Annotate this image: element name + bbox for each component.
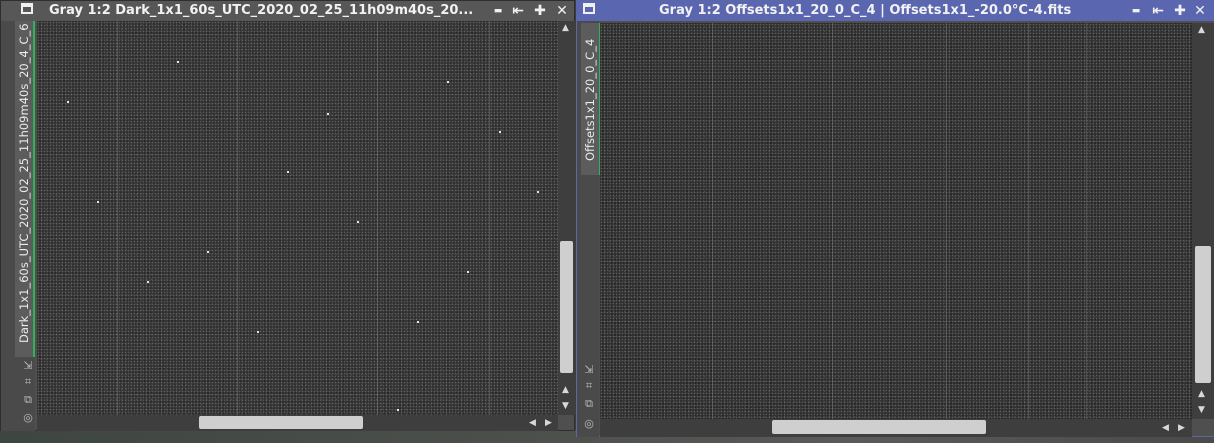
zoom-extents-icon[interactable]: ⌗	[21, 375, 35, 389]
horizontal-scroll-thumb[interactable]	[199, 416, 363, 429]
hot-pixel	[357, 221, 359, 223]
scroll-up-arrow[interactable]: ▲	[1198, 25, 1205, 35]
hot-pixel	[177, 61, 179, 63]
column-artifact	[1086, 23, 1087, 419]
window-titlebar[interactable]: Gray 1:2 Dark_1x1_60s_UTC_2020_02_25_11h…	[1, 1, 574, 21]
column-artifact	[712, 23, 713, 419]
restore-button[interactable]: ⇤	[1149, 1, 1167, 21]
window-icon	[583, 3, 595, 14]
window-icon	[21, 3, 33, 14]
vertical-scrollbar[interactable]: ▲ ▲ ▼	[558, 21, 575, 415]
image-identifier-tab[interactable]: Dark_1x1_60s_UTC_2020_02_25_11h09m40s_20…	[15, 21, 35, 357]
scroll-right-arrow[interactable]: ▶	[1178, 423, 1185, 433]
hot-pixel	[417, 321, 419, 323]
horizontal-scroll-thumb[interactable]	[772, 420, 986, 434]
hot-pixel	[207, 251, 209, 253]
hot-pixel	[397, 409, 399, 411]
image-canvas[interactable]	[600, 23, 1192, 419]
vertical-scroll-thumb[interactable]	[560, 241, 573, 373]
image-canvas[interactable]	[37, 21, 558, 415]
target-icon[interactable]: ◎	[21, 411, 35, 425]
window-titlebar[interactable]: Gray 1:2 Offsets1x1_20_0_C_4 | Offsets1x…	[577, 1, 1214, 21]
image-window-dark[interactable]: Gray 1:2 Dark_1x1_60s_UTC_2020_02_25_11h…	[0, 0, 575, 431]
fit-view-icon[interactable]: ⇲	[21, 359, 35, 373]
image-identifier-tab[interactable]: Offsets1x1_20_0_C_4	[581, 23, 601, 175]
hot-pixel	[327, 113, 329, 115]
close-button[interactable]: ✕	[553, 1, 571, 21]
image-identifier-label: Offsets1x1_20_0_C_4	[583, 38, 597, 161]
clone-icon[interactable]: ⧉	[21, 393, 35, 407]
scroll-down-arrow[interactable]: ▼	[562, 401, 569, 411]
zoom-extents-icon[interactable]: ⌗	[582, 379, 596, 393]
column-artifact	[237, 21, 238, 415]
window-title: Gray 1:2 Dark_1x1_60s_UTC_2020_02_25_11h…	[49, 3, 474, 18]
hot-pixel	[287, 171, 289, 173]
horizontal-scrollbar[interactable]: ◀ ▶	[600, 419, 1192, 437]
scroll-down-arrow[interactable]: ▼	[1198, 405, 1205, 415]
scroll-left-arrow[interactable]: ◀	[1162, 423, 1169, 433]
vertical-scroll-thumb[interactable]	[1195, 246, 1211, 383]
image-window-offsets[interactable]: Gray 1:2 Offsets1x1_20_0_C_4 | Offsets1x…	[576, 0, 1214, 437]
fit-view-icon[interactable]: ⇲	[582, 363, 596, 377]
scroll-up-arrow[interactable]: ▲	[1198, 389, 1205, 399]
maximize-button[interactable]: ✚	[1171, 1, 1189, 21]
hot-pixel	[97, 201, 99, 203]
column-artifact	[117, 21, 118, 415]
restore-button[interactable]: ⇤	[509, 1, 527, 21]
hot-pixel	[537, 191, 539, 193]
minimize-button[interactable]: ▬	[489, 1, 507, 21]
minimize-button[interactable]: ▬	[1127, 1, 1145, 21]
clone-icon[interactable]: ⧉	[582, 397, 596, 411]
target-icon[interactable]: ◎	[582, 417, 596, 431]
close-button[interactable]: ✕	[1191, 1, 1209, 21]
vertical-scrollbar[interactable]: ▲ ▲ ▼	[1192, 23, 1214, 419]
scroll-right-arrow[interactable]: ▶	[545, 418, 552, 428]
hot-pixel	[447, 81, 449, 83]
scroll-left-arrow[interactable]: ◀	[529, 418, 536, 428]
scroll-up-arrow[interactable]: ▲	[562, 385, 569, 395]
hot-pixel	[67, 101, 69, 103]
hot-pixel	[499, 131, 501, 133]
column-artifact	[377, 21, 378, 415]
hot-pixel	[467, 271, 469, 273]
image-identifier-label: Dark_1x1_60s_UTC_2020_02_25_11h09m40s_20…	[17, 23, 31, 343]
window-title: Gray 1:2 Offsets1x1_20_0_C_4 | Offsets1x…	[659, 3, 1072, 18]
horizontal-scrollbar[interactable]: ◀ ▶	[37, 415, 558, 431]
maximize-button[interactable]: ✚	[531, 1, 549, 21]
column-artifact	[946, 23, 947, 419]
scroll-up-arrow[interactable]: ▲	[562, 23, 569, 33]
hot-pixel	[257, 331, 259, 333]
hot-pixel	[147, 281, 149, 283]
column-artifact	[1028, 23, 1029, 419]
column-artifact	[489, 21, 490, 415]
column-artifact	[832, 23, 833, 419]
